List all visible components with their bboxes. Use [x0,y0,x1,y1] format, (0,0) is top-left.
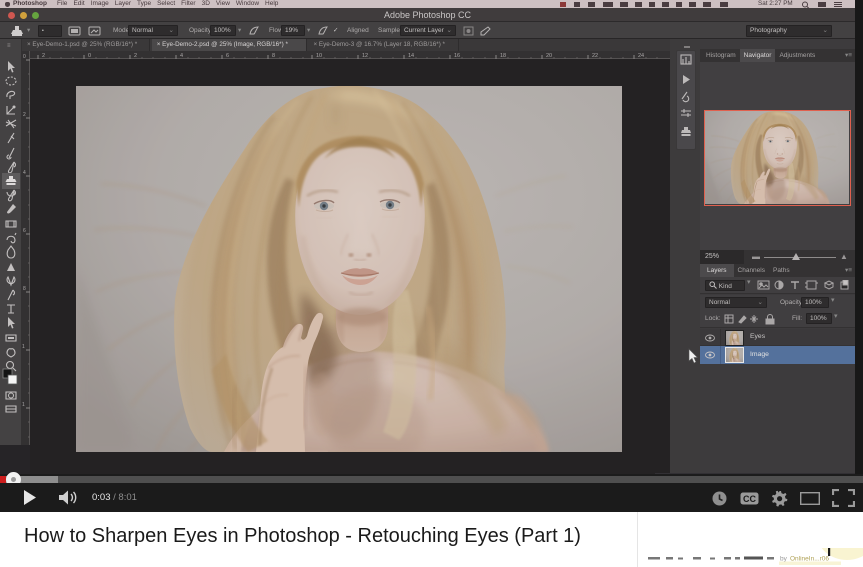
svg-text:6: 6 [23,228,26,234]
svg-text:4: 4 [23,170,26,176]
svg-text:≡: ≡ [7,43,11,49]
svg-text:1: 1 [22,402,25,408]
svg-text:by: by [780,556,788,563]
svg-text:2: 2 [23,112,26,118]
svg-text:1: 1 [22,344,25,350]
svg-text:OnlineIn...r06: OnlineIn...r06 [790,556,829,563]
svg-text:CC: CC [743,494,756,504]
svg-text:8: 8 [23,286,26,292]
svg-text:0: 0 [23,54,26,60]
